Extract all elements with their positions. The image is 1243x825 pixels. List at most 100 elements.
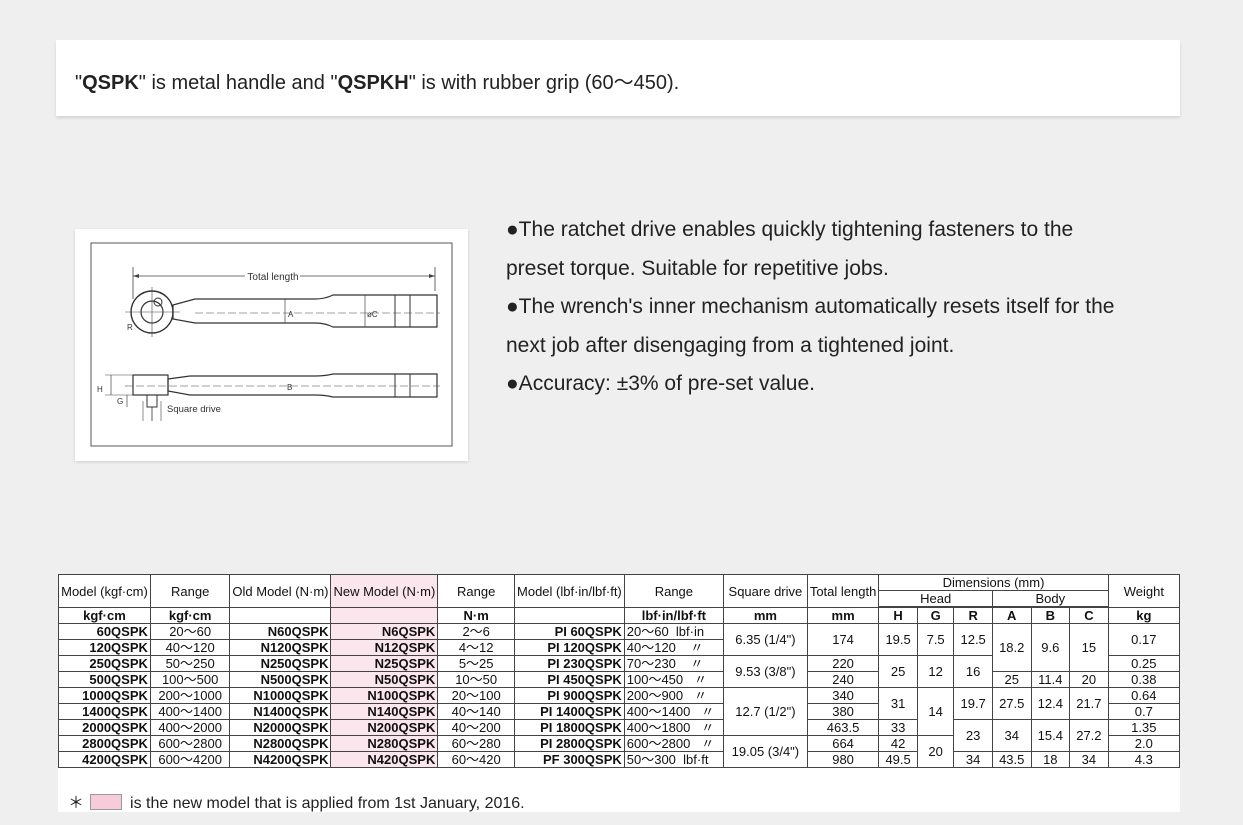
header-total-length: Total length [806, 574, 880, 608]
model-lbf-cell: PI 1800QSPK [514, 719, 625, 736]
range-lbf-unit: lbf·in [675, 624, 705, 639]
dim-h-cell: 42 [878, 735, 918, 752]
new-model-cell: N50QSPK [330, 671, 439, 688]
table-row: 2000QSPK 400～2000 N2000QSPK N200QSPK 40～… [58, 719, 1181, 752]
range-lbf-cell: 20～60 lbf·in [623, 623, 724, 640]
range-kgf-cell: 600～4200 [149, 751, 231, 768]
header-range-n: Range [437, 574, 516, 608]
dim-b-cell: 11.4 [1030, 671, 1071, 688]
range-n-cell: 20～100 [437, 687, 516, 704]
dim-h-cell: 25 [878, 655, 918, 688]
model-lbf-cell: PI 230QSPK [514, 655, 625, 672]
old-model-cell: N2800QSPK [229, 735, 332, 752]
feature-line: ●Accuracy: ±3% of pre-set value. [506, 372, 816, 395]
range-lbf-unit: lbf·ft [683, 752, 709, 767]
unit-cell [514, 607, 625, 624]
range-lbf-cell: 100～450 〃 [623, 671, 724, 688]
range-lbf-unit: 〃 [701, 704, 715, 719]
dim-g-label: G [117, 397, 123, 406]
footnote-text: is the new model that is applied from 1s… [130, 795, 525, 812]
range-lbf-value: 400～1400 [626, 704, 691, 719]
header-square-drive: Square drive [722, 574, 808, 608]
weight-cell: 0.17 [1107, 623, 1181, 656]
dim-r-cell: 19.7 [953, 687, 993, 720]
total-length-cell: 380 [806, 703, 880, 720]
model-kgf-cell: 4200QSPK [58, 751, 151, 768]
unit-cell [330, 607, 439, 624]
model-kgf-cell: 1400QSPK [58, 703, 151, 720]
range-kgf-cell: 400～2000 [149, 719, 231, 736]
dim-r-cell: 23 [953, 719, 993, 752]
header-old-model: Old Model (N·m) [229, 574, 332, 608]
range-lbf-cell: 600～2800 〃 [623, 735, 724, 752]
new-model-cell: N100QSPK [330, 687, 439, 704]
dim-b-label: B [287, 383, 292, 392]
model-kgf-cell: 250QSPK [58, 655, 151, 672]
header-range-kgf: Range [149, 574, 231, 608]
range-lbf-value: 20～60 [626, 624, 669, 639]
table-row: 1000QSPK 200～1000 N1000QSPK N100QSPK 20～… [58, 687, 1181, 736]
range-lbf-value: 40～120 [626, 640, 676, 655]
dim-b-cell: 15.4 [1030, 719, 1071, 752]
dim-a-label: A [288, 310, 294, 319]
range-lbf-cell: 70～230 〃 [623, 655, 724, 672]
note-mid: " is metal handle and " [138, 72, 338, 94]
square-drive-cell: 12.7 (1/2") [722, 687, 808, 736]
new-model-cell: N420QSPK [330, 751, 439, 768]
range-n-cell: 4～12 [437, 639, 516, 656]
header-body: Body [991, 590, 1109, 607]
wrench-diagram: Total length A øC R H G B Square drive [90, 242, 453, 447]
unit-cell [229, 607, 332, 624]
dim-h-label: H [97, 385, 103, 394]
model-kgf-cell: 60QSPK [58, 623, 151, 640]
range-kgf-cell: 50～250 [149, 655, 231, 672]
square-drive-cell: 6.35 (1/4") [722, 623, 808, 656]
range-lbf-unit: 〃 [694, 688, 708, 703]
table-row: 4200QSPK 600～4200 N4200QSPK N420QSPK 60～… [58, 751, 1181, 768]
info-note: "QSPK" is metal handle and "QSPKH" is wi… [56, 40, 1180, 116]
range-lbf-value: 200～900 [626, 688, 684, 703]
dim-g-cell: 14 [916, 687, 955, 736]
unit-cell: mm [806, 607, 880, 624]
total-length-cell: 463.5 [806, 719, 880, 736]
range-lbf-value: 70～230 [626, 656, 676, 671]
note-model-qspk: QSPK [82, 72, 139, 94]
total-length-cell: 664 [806, 735, 880, 752]
unit-cell: R [953, 607, 993, 624]
dim-r-cell: 34 [953, 751, 993, 768]
dim-r-cell: 16 [953, 655, 993, 688]
new-model-cell: N6QSPK [330, 623, 439, 640]
total-length-label: Total length [247, 272, 298, 283]
old-model-cell: N2000QSPK [229, 719, 332, 736]
note-text: "QSPK" is metal handle and "QSPKH" is wi… [75, 66, 679, 95]
dim-g-cell: 7.5 [916, 623, 955, 656]
model-lbf-cell: PI 450QSPK [514, 671, 625, 688]
header-new-model: New Model (N·m) [330, 574, 439, 608]
dim-a-cell: 34 [991, 719, 1032, 752]
unit-cell: N·m [437, 607, 516, 624]
unit-cell: C [1069, 607, 1109, 624]
model-lbf-cell: PI 120QSPK [514, 639, 625, 656]
weight-cell: 0.25 [1107, 655, 1181, 672]
weight-cell: 1.35 [1107, 719, 1181, 736]
dim-h-cell: 33 [878, 719, 918, 736]
square-drive-label: Square drive [167, 404, 221, 415]
dim-a-cell: 43.5 [991, 751, 1032, 768]
table-footnote: ＊ is the new model that is applied from 1… [68, 789, 525, 813]
unit-cell: kgf·cm [58, 607, 151, 624]
dim-c-cell: 20 [1069, 671, 1109, 688]
table-row: 60QSPK 20～60 N60QSPK N6QSPK 2～6 PI 60QSP… [58, 623, 1181, 672]
range-n-cell: 40～140 [437, 703, 516, 720]
dim-b-cell: 9.6 [1030, 623, 1071, 672]
table-row: 500QSPK 100～500 N500QSPK N50QSPK 10～50 P… [58, 671, 1181, 688]
unit-cell: mm [722, 607, 808, 624]
total-length-cell: 980 [806, 751, 880, 768]
range-lbf-cell: 200～900 〃 [623, 687, 724, 704]
square-drive-cell: 19.05 (3/4") [722, 735, 808, 768]
range-kgf-cell: 400～1400 [149, 703, 231, 720]
range-lbf-cell: 40～120 〃 [623, 639, 724, 656]
old-model-cell: N500QSPK [229, 671, 332, 688]
dim-c-cell: 15 [1069, 623, 1109, 672]
range-lbf-cell: 50～300 lbf·ft [623, 751, 724, 768]
range-kgf-cell: 200～1000 [149, 687, 231, 704]
